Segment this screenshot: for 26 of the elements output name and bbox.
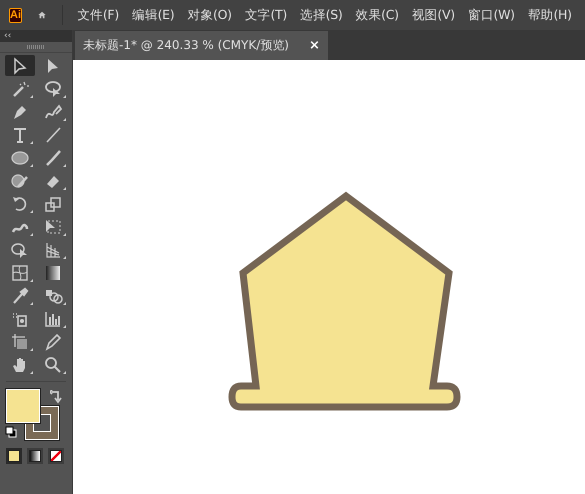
lasso-icon	[43, 78, 63, 98]
default-colors-icon[interactable]	[5, 426, 17, 438]
collapse-button[interactable]: ‹‹	[4, 32, 12, 40]
menu-item[interactable]: 帮助(H)	[528, 6, 572, 24]
menu-item[interactable]: 效果(C)	[356, 6, 399, 24]
close-icon[interactable]: ×	[308, 38, 320, 53]
menu-item[interactable]: 对象(O)	[188, 6, 232, 24]
color-mode-button[interactable]	[6, 448, 22, 464]
eyedropper-icon	[10, 286, 30, 306]
color-mode-button[interactable]	[27, 448, 43, 464]
mesh-icon	[10, 262, 30, 282]
menu-item[interactable]: 文字(T)	[245, 6, 287, 24]
artboard-icon	[10, 332, 30, 352]
tab-label: 未标题-1* @ 240.33 % (CMYK/预览)	[83, 37, 289, 54]
menu-item[interactable]: 文件(F)	[77, 6, 119, 24]
swap-icon[interactable]	[50, 390, 62, 404]
color-mode-button[interactable]	[48, 448, 64, 464]
menu-item[interactable]: 视图(V)	[412, 6, 455, 24]
fill-swatch[interactable]	[6, 389, 40, 423]
document-tab[interactable]: 未标题-1* @ 240.33 % (CMYK/预览) ×	[75, 31, 328, 60]
menu-item[interactable]: 窗口(W)	[468, 6, 515, 24]
tool-button[interactable]	[5, 55, 35, 76]
menu-item[interactable]: 选择(S)	[300, 6, 342, 24]
menu-item[interactable]: 编辑(E)	[132, 6, 174, 24]
app-logo: Ai	[9, 8, 22, 22]
zoom-icon	[43, 354, 63, 374]
